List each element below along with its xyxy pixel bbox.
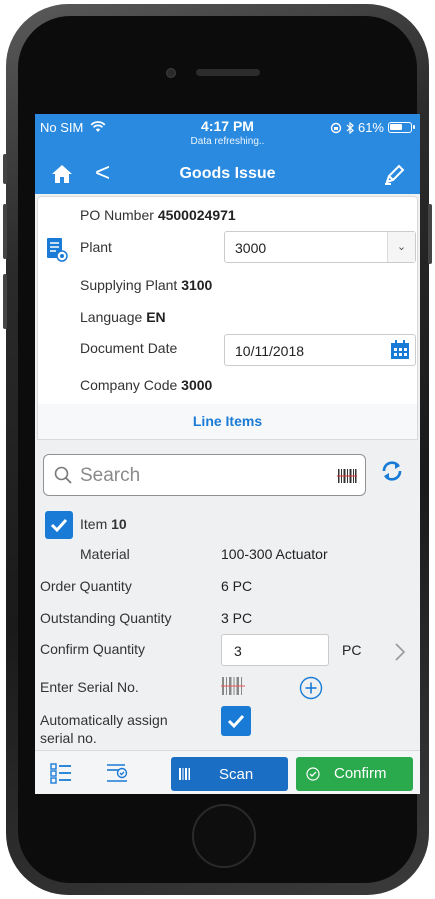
auto-assign-label-line2: serial no. [40, 730, 97, 746]
edit-icon[interactable] [382, 163, 406, 187]
checkmark-icon [50, 518, 68, 533]
item-number: 10 [111, 516, 127, 532]
search-input[interactable]: Search [43, 454, 366, 496]
item-label: Item [80, 516, 108, 532]
status-icons: 61% [330, 120, 415, 135]
po-number-row: PO Number 4500024971 [80, 207, 236, 223]
front-camera [166, 68, 176, 78]
page-title: Goods Issue [179, 165, 276, 182]
scan-button[interactable]: Scan [171, 757, 288, 791]
line-items-heading: Line Items [37, 404, 418, 440]
confirm-button-label: Confirm [334, 765, 387, 782]
material-label: Material [80, 546, 130, 562]
language-label: Language [80, 309, 143, 325]
serial-number-label: Enter Serial No. [40, 679, 139, 695]
outstanding-quantity-value: 3 PC [221, 610, 253, 626]
power-button [428, 204, 432, 264]
supplying-plant-value: 3100 [181, 277, 213, 293]
volume-down-button [3, 274, 7, 329]
checklist-icon[interactable] [105, 761, 129, 785]
auto-assign-checkbox[interactable] [221, 706, 251, 736]
volume-up-button [3, 204, 7, 259]
chevron-down-icon[interactable]: ⌄ [387, 232, 415, 262]
item-heading: Item 10 [80, 516, 127, 532]
barcode-icon[interactable] [337, 466, 357, 486]
battery-percent: 61% [357, 120, 384, 135]
document-date-label: Document Date [80, 340, 178, 356]
barcode-icon [179, 768, 190, 780]
outstanding-quantity-label: Outstanding Quantity [40, 610, 172, 626]
supplying-plant-row: Supplying Plant 3100 [80, 277, 212, 293]
chevron-right-icon[interactable] [393, 642, 407, 662]
auto-assign-label: Automatically assign serial no. [40, 711, 168, 747]
plant-label: Plant [80, 239, 112, 255]
header-card: PO Number 4500024971 Plant 3000 ⌄ Supply… [37, 196, 418, 436]
search-placeholder: Search [80, 465, 141, 486]
scan-button-label: Scan [219, 766, 254, 783]
search-icon [54, 466, 72, 484]
supplying-plant-label: Supplying Plant [80, 277, 178, 293]
order-quantity-value: 6 PC [221, 578, 253, 594]
refresh-icon[interactable] [380, 459, 404, 483]
calendar-icon[interactable] [389, 339, 411, 361]
document-icon [47, 238, 68, 262]
home-button[interactable] [192, 804, 256, 868]
po-number-value: 4500024971 [157, 207, 236, 223]
checkmark-icon [227, 714, 245, 729]
confirm-quantity-label: Confirm Quantity [40, 641, 146, 657]
item-checkbox[interactable] [45, 511, 73, 539]
barcode-scan-icon[interactable] [221, 674, 245, 698]
po-number-label: PO Number [80, 207, 154, 223]
add-serial-icon[interactable] [299, 676, 323, 700]
order-quantity-label: Order Quantity [40, 578, 132, 594]
language-value: EN [146, 309, 166, 325]
status-bar: No SIM 4:17 PM Data refreshing.. 61% [35, 114, 420, 154]
confirm-quantity-input[interactable]: 3 [221, 634, 329, 666]
material-value: 100-300 Actuator [221, 546, 328, 562]
confirm-quantity-unit: PC [342, 642, 362, 658]
app-screen: No SIM 4:17 PM Data refreshing.. 61% < G… [35, 114, 420, 794]
auto-assign-label-line1: Automatically assign [40, 712, 168, 728]
plant-select-value: 3000 [235, 240, 267, 256]
rotation-lock-icon [330, 122, 342, 133]
company-code-row: Company Code 3000 [80, 377, 212, 393]
mute-switch [3, 154, 7, 184]
check-circle-icon [306, 767, 320, 781]
list-icon[interactable] [49, 761, 73, 785]
document-date-value: 10/11/2018 [235, 343, 305, 359]
confirm-button[interactable]: Confirm [296, 757, 413, 791]
battery-level [390, 124, 402, 130]
plant-select[interactable]: 3000 ⌄ [224, 231, 416, 263]
language-row: Language EN [80, 309, 166, 325]
bluetooth-icon [346, 121, 354, 134]
bottom-toolbar: Scan Confirm [35, 750, 420, 794]
refresh-status: Data refreshing.. [190, 136, 265, 147]
company-code-value: 3000 [181, 377, 213, 393]
earpiece-speaker [196, 69, 260, 76]
company-code-label: Company Code [80, 377, 178, 393]
battery-icon [388, 122, 415, 133]
document-date-field[interactable]: 10/11/2018 [224, 334, 416, 366]
nav-bar: < Goods Issue [35, 154, 420, 194]
